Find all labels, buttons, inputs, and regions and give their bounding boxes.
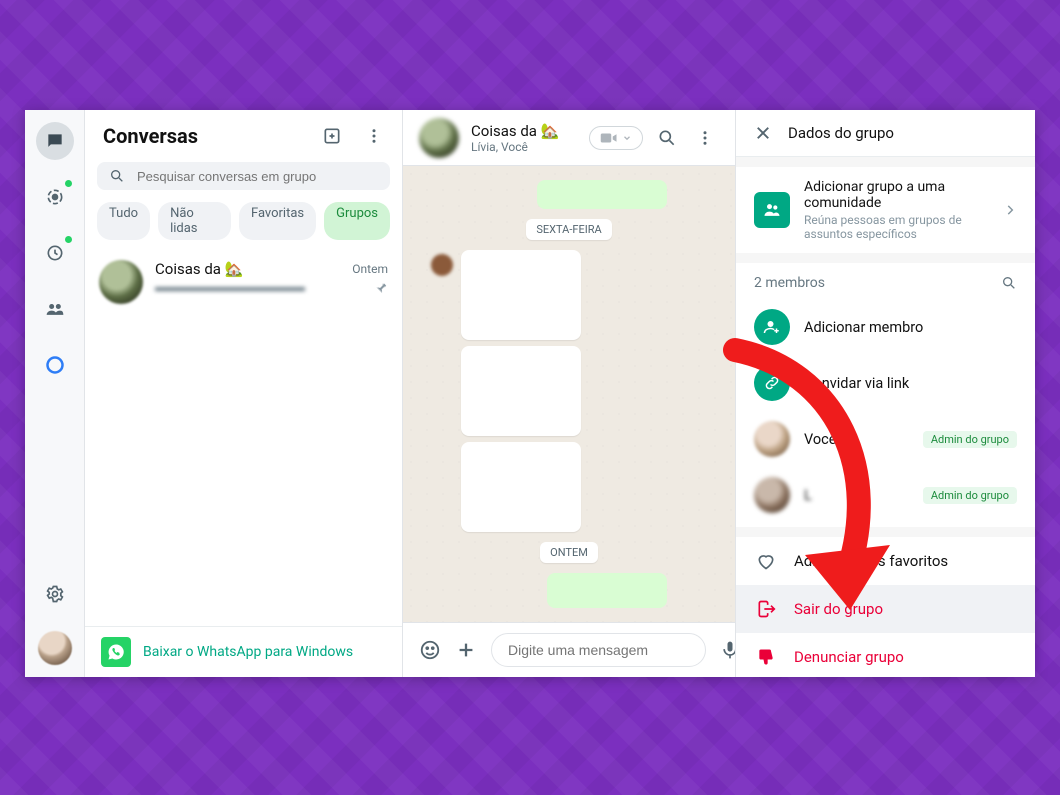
chat-list-item[interactable]: Coisas da 🏡 Ontem ▬▬▬▬▬▬▬▬▬▬▬▬: [85, 250, 402, 314]
members-section: 2 membros Adicionar membro Convidar via …: [736, 263, 1035, 527]
filter-chip-favorites[interactable]: Favoritas: [239, 202, 316, 240]
filter-chips: Tudo Não lidas Favoritas Grupos: [85, 194, 402, 250]
chat-panel: Coisas da 🏡 Lívia, Você SEXTA-FEIRA: [403, 110, 735, 677]
message-in[interactable]: [461, 250, 581, 340]
community-icon: [754, 192, 790, 228]
chat-search-icon[interactable]: [653, 124, 681, 152]
member-row-you[interactable]: Você Admin do grupo: [736, 411, 1035, 467]
invite-link-row[interactable]: Convidar via link: [736, 355, 1035, 411]
filter-chip-groups[interactable]: Grupos: [324, 202, 390, 240]
message-out[interactable]: [537, 180, 667, 209]
leave-group-action[interactable]: Sair do grupo: [736, 585, 1035, 633]
search-icon: [109, 168, 125, 184]
status-dot-icon: [65, 180, 72, 187]
chat-avatar: [99, 260, 143, 304]
chat-menu-icon[interactable]: [691, 124, 719, 152]
chat-header-avatar: [419, 118, 459, 158]
channels-dot-icon: [65, 236, 72, 243]
chat-header-subtitle: Lívia, Você: [471, 140, 577, 154]
nav-settings-icon[interactable]: [36, 575, 74, 613]
heart-icon: [756, 551, 776, 571]
filter-chip-unread[interactable]: Não lidas: [158, 202, 231, 240]
chat-header-title: Coisas da 🏡: [471, 122, 577, 140]
community-subtitle: Reúna pessoas em grupos de assuntos espe…: [804, 213, 989, 241]
member-avatar: [754, 477, 790, 513]
search-box[interactable]: [97, 162, 390, 190]
info-panel: Dados do grupo Adicionar grupo a uma com…: [735, 110, 1035, 677]
nav-channels-icon[interactable]: [36, 234, 74, 272]
favorite-label: Adicionar aos favoritos: [794, 552, 948, 570]
app-window: Conversas Tudo Não lidas Favoritas Grupo…: [25, 110, 1035, 677]
admin-badge: Admin do grupo: [923, 487, 1017, 504]
members-search-icon[interactable]: [1001, 275, 1017, 291]
add-to-community-card[interactable]: Adicionar grupo a uma comunidade Reúna p…: [736, 167, 1035, 253]
member-avatar: [754, 421, 790, 457]
message-input[interactable]: [491, 633, 706, 667]
nav-profile-avatar[interactable]: [38, 631, 72, 665]
message-in[interactable]: [461, 346, 581, 436]
attach-icon[interactable]: [455, 636, 477, 664]
members-count: 2 membros: [754, 275, 825, 291]
add-member-icon: [754, 309, 790, 345]
download-bar[interactable]: Baixar o WhatsApp para Windows: [85, 626, 402, 677]
report-group-action[interactable]: Denunciar grupo: [736, 633, 1035, 677]
invite-link-icon: [754, 365, 790, 401]
chat-input-bar: [403, 622, 735, 677]
sidebar-header: Conversas: [85, 110, 402, 158]
leave-group-label: Sair do grupo: [794, 600, 883, 618]
chevron-down-icon: [622, 133, 632, 143]
nav-chats-icon[interactable]: [36, 122, 74, 160]
messages-area[interactable]: SEXTA-FEIRA ONTEM: [403, 166, 735, 622]
download-label: Baixar o WhatsApp para Windows: [143, 644, 353, 660]
favorite-action[interactable]: Adicionar aos favoritos: [736, 537, 1035, 585]
exit-icon: [756, 599, 776, 619]
admin-badge: Admin do grupo: [923, 431, 1017, 448]
member-you-label: Você: [804, 431, 836, 448]
add-member-label: Adicionar membro: [804, 319, 923, 336]
emoji-icon[interactable]: [419, 636, 441, 664]
nav-status-icon[interactable]: [36, 178, 74, 216]
whatsapp-logo-icon: [101, 637, 131, 667]
member-other-label: L: [804, 487, 812, 504]
sidebar-menu-icon[interactable]: [360, 122, 388, 150]
info-title: Dados do grupo: [788, 124, 894, 142]
chat-header[interactable]: Coisas da 🏡 Lívia, Você: [403, 110, 735, 166]
new-chat-icon[interactable]: [318, 122, 346, 150]
conversations-sidebar: Conversas Tudo Não lidas Favoritas Grupo…: [85, 110, 403, 677]
nav-rail: [25, 110, 85, 677]
date-divider-friday: SEXTA-FEIRA: [526, 219, 611, 240]
video-icon: [600, 131, 618, 145]
member-row-other[interactable]: L Admin do grupo: [736, 467, 1035, 523]
actions-section: Adicionar aos favoritos Sair do grupo De…: [736, 537, 1035, 677]
chat-name: Coisas da 🏡: [155, 260, 243, 278]
nav-communities-icon[interactable]: [36, 290, 74, 328]
close-icon[interactable]: [754, 124, 772, 142]
search-input[interactable]: [137, 169, 378, 184]
message-out[interactable]: [547, 573, 667, 608]
pin-icon: [374, 281, 388, 295]
video-call-button[interactable]: [589, 126, 643, 150]
chat-time: Ontem: [352, 262, 388, 276]
invite-link-label: Convidar via link: [804, 375, 909, 392]
nav-meta-ai-icon[interactable]: [36, 346, 74, 384]
date-divider-yesterday: ONTEM: [540, 542, 598, 563]
sidebar-title: Conversas: [103, 124, 198, 148]
community-title: Adicionar grupo a uma comunidade: [804, 179, 989, 211]
filter-chip-all[interactable]: Tudo: [97, 202, 150, 240]
sender-avatar: [431, 254, 453, 276]
info-header: Dados do grupo: [736, 110, 1035, 157]
message-in[interactable]: [461, 442, 581, 532]
report-group-label: Denunciar grupo: [794, 648, 904, 666]
add-member-row[interactable]: Adicionar membro: [736, 299, 1035, 355]
thumbs-down-icon: [756, 647, 776, 667]
chevron-right-icon: [1003, 203, 1017, 217]
chat-preview: ▬▬▬▬▬▬▬▬▬▬▬▬: [155, 280, 305, 295]
